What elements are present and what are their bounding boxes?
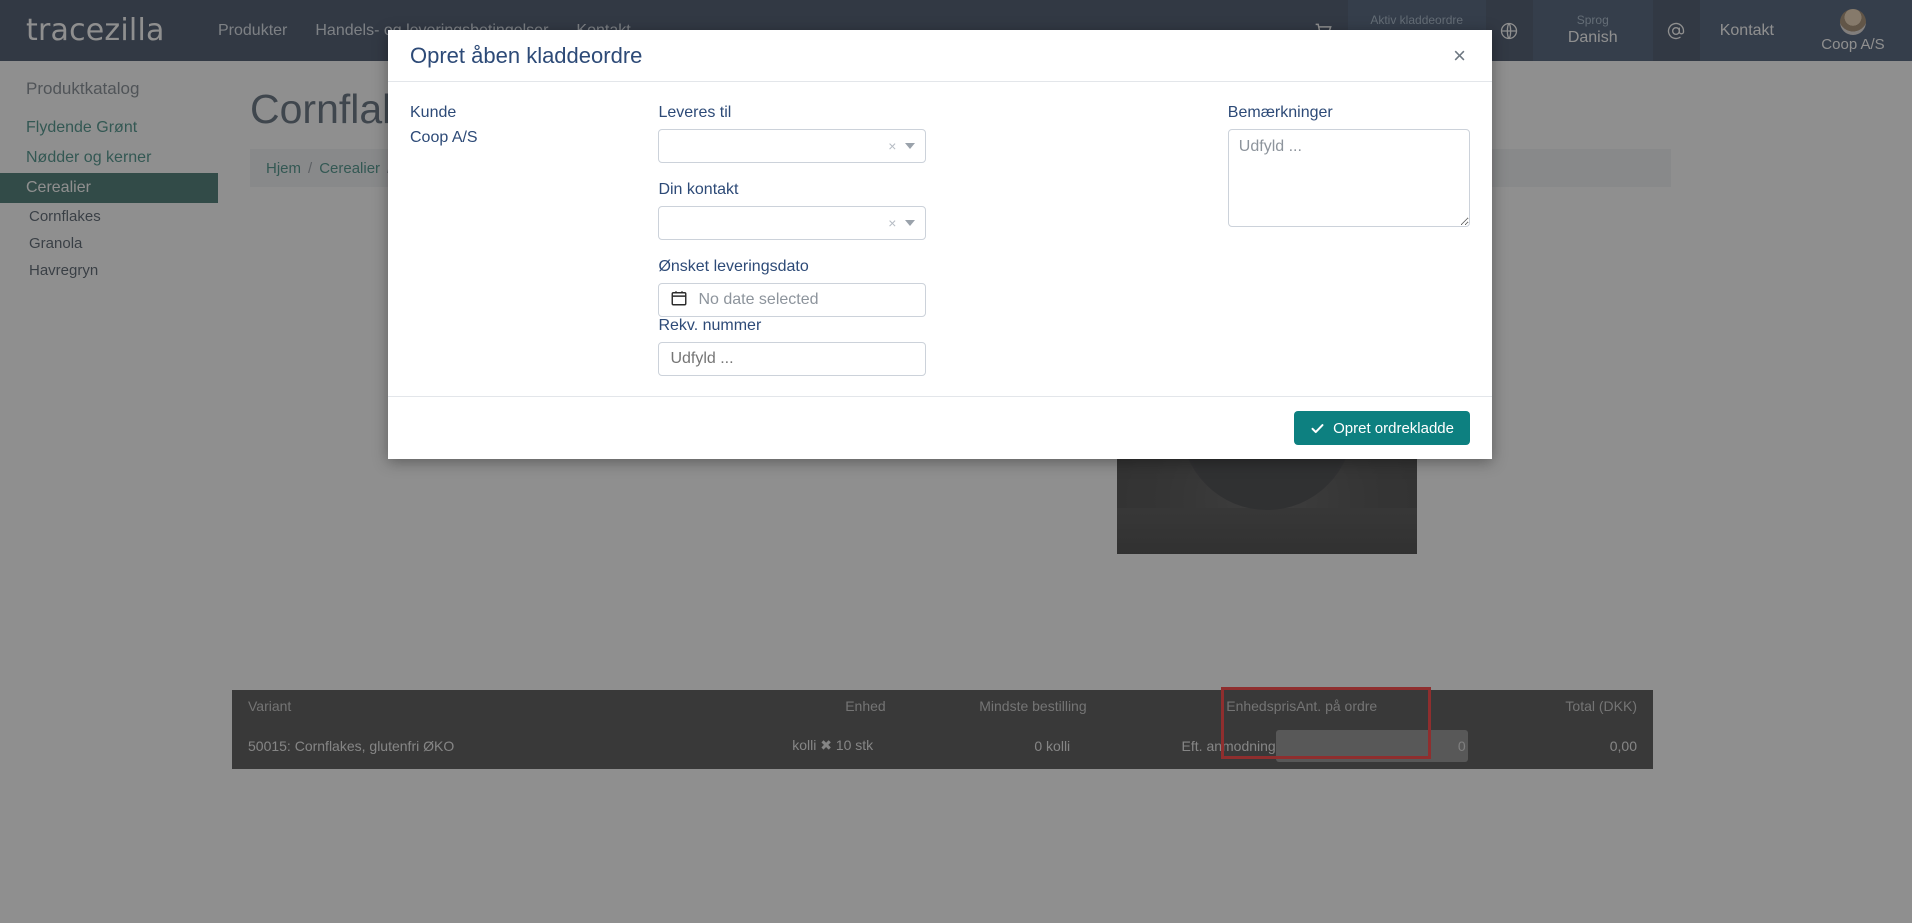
- your-contact-label: Din kontakt: [658, 181, 926, 199]
- deliver-to-select[interactable]: ×: [658, 129, 926, 163]
- requisition-number-label: Rekv. nummer: [658, 317, 926, 335]
- modal-footer: Opret ordrekladde: [388, 396, 1492, 459]
- chevron-down-icon[interactable]: [905, 220, 915, 226]
- chevron-down-icon[interactable]: [905, 143, 915, 149]
- modal-title: Opret åben kladdeordre: [410, 43, 642, 69]
- create-draft-order-button[interactable]: Opret ordrekladde: [1294, 411, 1470, 445]
- create-draft-order-button-label: Opret ordrekladde: [1333, 420, 1454, 437]
- modal-header: Opret åben kladdeordre ×: [388, 30, 1492, 82]
- your-contact-select[interactable]: ×: [658, 206, 926, 240]
- clear-icon[interactable]: ×: [888, 215, 896, 231]
- calendar-icon: [670, 289, 688, 312]
- customer-label: Kunde: [410, 104, 646, 122]
- clear-icon[interactable]: ×: [888, 138, 896, 154]
- requisition-number-field-group: Rekv. nummer: [658, 317, 926, 376]
- requisition-number-box[interactable]: [658, 342, 926, 376]
- requisition-number-input[interactable]: [670, 350, 914, 368]
- delivery-date-picker[interactable]: No date selected: [658, 283, 926, 317]
- remarks-label: Bemærkninger: [1228, 104, 1470, 122]
- delivery-date-label: Ønsket leveringsdato: [658, 258, 926, 276]
- check-icon: [1310, 421, 1325, 436]
- your-contact-field-group: Din kontakt ×: [658, 181, 926, 240]
- customer-value: Coop A/S: [410, 129, 478, 146]
- customer-field-group: Kunde Coop A/S: [410, 104, 658, 376]
- delivery-date-field-group: Ønsket leveringsdato No date selected: [658, 258, 926, 317]
- deliver-to-label: Leveres til: [658, 104, 926, 122]
- create-draft-order-modal: Opret åben kladdeordre × Kunde Coop A/S …: [388, 30, 1492, 459]
- delivery-date-placeholder: No date selected: [698, 291, 914, 309]
- modal-fields-group: Leveres til × Din kontakt × Ønsket lever…: [658, 104, 1217, 376]
- remarks-field-group: Bemærkninger: [1218, 104, 1470, 376]
- remarks-textarea[interactable]: [1228, 129, 1470, 227]
- modal-body: Kunde Coop A/S Leveres til × Din kontakt…: [388, 82, 1492, 396]
- close-icon[interactable]: ×: [1449, 43, 1470, 69]
- deliver-to-field-group: Leveres til ×: [658, 104, 926, 163]
